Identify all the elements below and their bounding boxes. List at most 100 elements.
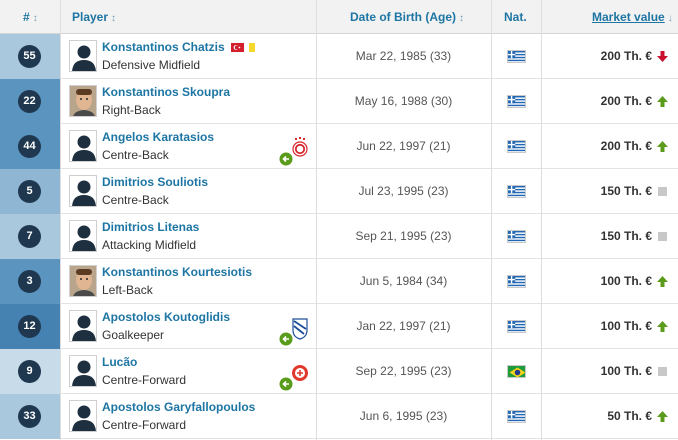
player-name-link[interactable]: Konstantinos Chatzis	[102, 40, 255, 54]
player-header-label: Player	[72, 10, 109, 24]
table-row: 12 Apostolos Koutoglidis Goalkeeper Jan 22,…	[0, 304, 678, 349]
market-value[interactable]: 200 Th. €	[601, 124, 652, 169]
player-name: Konstantinos Chatzis	[102, 40, 225, 54]
greece-flag-icon[interactable]	[507, 50, 526, 63]
shirt-number-cell: 33	[0, 394, 60, 439]
player-position: Centre-Forward	[102, 418, 187, 432]
sort-market-value-header[interactable]: Market value ↓	[592, 0, 673, 34]
player-name-link[interactable]: Dimitrios Litenas	[102, 220, 199, 234]
player-name: Dimitrios Souliotis	[102, 175, 209, 189]
player-name-link[interactable]: Konstantinos Skoupra	[102, 85, 230, 99]
player-position: Right-Back	[102, 103, 161, 117]
market-value[interactable]: 100 Th. €	[601, 304, 652, 349]
player-name-link[interactable]: Apostolos Koutoglidis	[102, 310, 230, 324]
player-portrait[interactable]	[69, 130, 97, 162]
sort-icon: ↕	[459, 13, 464, 24]
market-value[interactable]: 150 Th. €	[601, 214, 652, 259]
trend-flat-icon	[657, 186, 668, 197]
shirt-number: 33	[18, 405, 41, 428]
player-name: Apostolos Koutoglidis	[102, 310, 230, 324]
trend-flat-icon	[657, 231, 668, 242]
player-portrait[interactable]	[69, 355, 97, 387]
trend-up-icon	[657, 96, 668, 107]
sort-number-header[interactable]: # ↕	[23, 0, 38, 34]
shirt-number-cell: 55	[0, 34, 60, 79]
sort-player-header[interactable]: Player ↕	[72, 0, 116, 34]
shirt-number-cell: 12	[0, 304, 60, 349]
date-of-birth: Jan 22, 1997 (21)	[356, 319, 451, 333]
market-value-header-label: Market value	[592, 10, 665, 24]
player-portrait[interactable]	[69, 265, 97, 297]
greece-flag-icon[interactable]	[507, 410, 526, 423]
player-portrait[interactable]	[69, 310, 97, 342]
player-name-link[interactable]: Angelos Karatasios	[102, 130, 214, 144]
shirt-number: 9	[18, 360, 41, 383]
player-name-link[interactable]: Apostolos Garyfallopoulos	[102, 400, 255, 414]
column-divider	[316, 0, 317, 440]
trend-up-icon	[657, 141, 668, 152]
table-row: 3 Konstantinos Kourtesiotis Left-Back Jun 5…	[0, 259, 678, 304]
trend-up-icon	[657, 411, 668, 422]
player-name: Konstantinos Kourtesiotis	[102, 265, 253, 279]
player-position: Left-Back	[102, 283, 153, 297]
shirt-number-cell: 3	[0, 259, 60, 304]
dob-header-label: Date of Birth (Age)	[350, 10, 456, 24]
date-of-birth: Mar 22, 1985 (33)	[355, 49, 452, 63]
greece-flag-icon[interactable]	[507, 95, 526, 108]
market-value[interactable]: 50 Th. €	[607, 394, 652, 439]
player-portrait[interactable]	[69, 400, 97, 432]
market-value[interactable]: 200 Th. €	[601, 79, 652, 124]
date-of-birth: Jun 5, 1984 (34)	[359, 274, 448, 288]
date-of-birth: Sep 22, 1995 (23)	[355, 364, 452, 378]
date-of-birth: May 16, 1988 (30)	[354, 94, 453, 108]
sort-dob-header[interactable]: Date of Birth (Age) ↕	[350, 0, 464, 34]
joined-from-club-icon[interactable]	[279, 316, 309, 346]
table-row: 22 Konstantinos Skoupra Right-Back May 16, …	[0, 79, 678, 124]
player-portrait[interactable]	[69, 175, 97, 207]
column-divider	[491, 0, 492, 440]
player-portrait[interactable]	[69, 40, 97, 72]
brazil-flag-icon[interactable]	[507, 365, 526, 378]
shirt-number-cell: 5	[0, 169, 60, 214]
market-value[interactable]: 100 Th. €	[601, 349, 652, 394]
market-value[interactable]: 150 Th. €	[601, 169, 652, 214]
sort-desc-icon: ↓	[667, 13, 673, 24]
player-portrait[interactable]	[69, 220, 97, 252]
date-of-birth: Jul 23, 1995 (23)	[358, 184, 449, 198]
shirt-number: 5	[18, 180, 41, 203]
sort-icon: ↕	[32, 13, 38, 24]
joined-from-club-icon[interactable]	[279, 136, 309, 166]
player-name-link[interactable]: Konstantinos Kourtesiotis	[102, 265, 252, 279]
player-position: Goalkeeper	[102, 328, 165, 342]
yellow-card-icon	[248, 43, 255, 52]
date-of-birth: Sep 21, 1995 (23)	[355, 229, 452, 243]
column-divider	[60, 0, 61, 440]
player-portrait[interactable]	[69, 85, 97, 117]
trend-down-icon	[657, 51, 668, 62]
market-value[interactable]: 100 Th. €	[601, 259, 652, 304]
player-name: Dimitrios Litenas	[102, 220, 200, 234]
shirt-number: 12	[18, 315, 41, 338]
shirt-number: 3	[18, 270, 41, 293]
player-name: Konstantinos Skoupra	[102, 85, 231, 99]
player-name: Angelos Karatasios	[102, 130, 215, 144]
shirt-number: 44	[18, 135, 41, 158]
number-header-label: #	[23, 10, 30, 24]
market-value[interactable]: 200 Th. €	[601, 34, 652, 79]
table-header: # ↕ Player ↕ Date of Birth (Age) ↕ Nat. Mar…	[0, 0, 678, 34]
table-row: 33 Apostolos Garyfallopoulos Centre-Forwar…	[0, 394, 678, 439]
player-position: Centre-Forward	[102, 373, 187, 387]
greece-flag-icon[interactable]	[507, 230, 526, 243]
greece-flag-icon[interactable]	[507, 185, 526, 198]
player-position: Centre-Back	[102, 148, 169, 162]
player-name-link[interactable]: Lucão	[102, 355, 137, 369]
player-name-link[interactable]: Dimitrios Souliotis	[102, 175, 208, 189]
shirt-number: 55	[18, 45, 41, 68]
greece-flag-icon[interactable]	[507, 275, 526, 288]
turkey-flag-icon	[230, 41, 244, 52]
joined-from-club-icon[interactable]	[279, 361, 309, 391]
shirt-number: 7	[18, 225, 41, 248]
table-row: 7 Dimitrios Litenas Attacking Midfield Sep …	[0, 214, 678, 259]
greece-flag-icon[interactable]	[507, 140, 526, 153]
greece-flag-icon[interactable]	[507, 320, 526, 333]
